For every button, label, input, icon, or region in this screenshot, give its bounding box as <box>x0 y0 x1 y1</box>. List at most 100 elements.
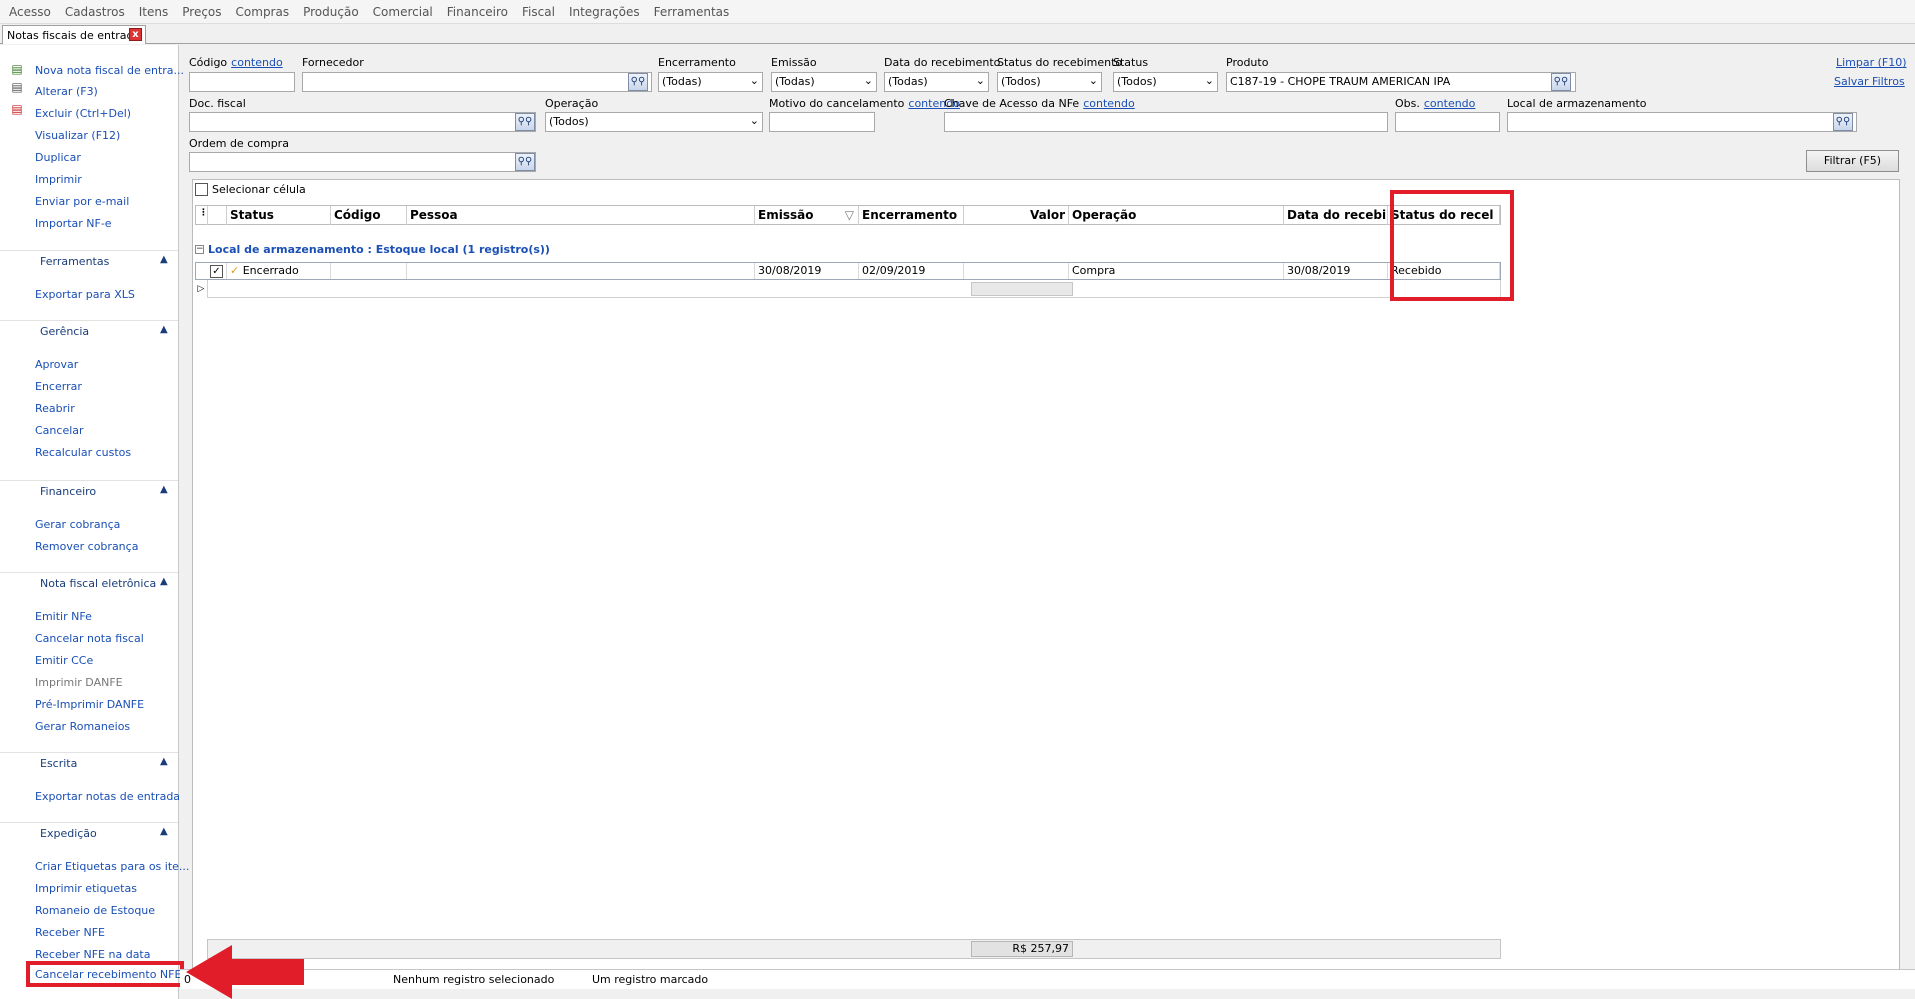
sidebar-item-cancelar[interactable]: Cancelar <box>35 424 84 437</box>
column-codigo[interactable]: Código <box>331 206 407 225</box>
binoculars-icon[interactable]: ⚲⚲ <box>515 113 535 131</box>
column-operacao[interactable]: Operação <box>1069 206 1284 225</box>
menu-itens[interactable]: Itens <box>132 5 175 19</box>
chevron-up-icon[interactable]: ▲ <box>160 254 168 265</box>
chevron-up-icon[interactable]: ▲ <box>160 826 168 837</box>
sidebar-item-cancelar-nota[interactable]: Cancelar nota fiscal <box>35 632 144 645</box>
ordem-compra-input[interactable] <box>189 152 536 172</box>
group-row[interactable]: − Local de armazenamento : Estoque local… <box>195 243 550 256</box>
sort-down-icon: ▽ <box>844 208 854 222</box>
menu-precos[interactable]: Preços <box>175 5 228 19</box>
chave-contendo-link[interactable]: contendo <box>1083 97 1135 110</box>
close-icon[interactable]: x <box>129 28 142 41</box>
delete-document-icon: ▤ <box>11 102 23 116</box>
codigo-input[interactable] <box>189 72 295 92</box>
column-encerramento[interactable]: Encerramento <box>859 206 964 225</box>
data-recebimento-select[interactable]: (Todas) ⌄ <box>884 72 989 92</box>
header-checkbox-column[interactable] <box>208 206 227 225</box>
row-checkbox-cell[interactable]: ✓ <box>208 263 227 279</box>
sidebar-item-imprimir-danfe[interactable]: Imprimir DANFE <box>35 676 123 689</box>
selecionar-celula-label: Selecionar célula <box>212 183 306 196</box>
menu-compras[interactable]: Compras <box>229 5 297 19</box>
section-nfe[interactable]: Nota fiscal eletrônica ▲ <box>0 572 178 592</box>
chave-acesso-input[interactable] <box>944 112 1388 132</box>
produto-input[interactable]: C187-19 - CHOPE TRAUM AMERICAN IPA <box>1226 72 1576 92</box>
status-label: Status <box>1113 56 1149 69</box>
section-ferramentas[interactable]: Ferramentas ▲ <box>0 250 178 270</box>
menu-acesso[interactable]: Acesso <box>2 5 58 19</box>
column-data-recebimento[interactable]: Data do recebi <box>1284 206 1388 225</box>
sidebar-item-exportar-notas[interactable]: Exportar notas de entrada <box>35 790 180 803</box>
column-valor[interactable]: Valor <box>964 206 1069 225</box>
sidebar-item-nova[interactable]: Nova nota fiscal de entra... <box>35 64 184 77</box>
status-recebimento-select[interactable]: (Todos) ⌄ <box>997 72 1102 92</box>
sidebar-item-emitir-cce[interactable]: Emitir CCe <box>35 654 93 667</box>
salvar-filtros-link[interactable]: Salvar Filtros <box>1834 75 1905 88</box>
menu-comercial[interactable]: Comercial <box>366 5 440 19</box>
sidebar-item-recalcular[interactable]: Recalcular custos <box>35 446 131 459</box>
sidebar-item-gerar-romaneios[interactable]: Gerar Romaneios <box>35 720 130 733</box>
sidebar-item-enviar-email[interactable]: Enviar por e-mail <box>35 195 129 208</box>
column-pessoa[interactable]: Pessoa <box>407 206 755 225</box>
sidebar-item-alterar[interactable]: Alterar (F3) <box>35 85 98 98</box>
column-status[interactable]: Status <box>227 206 331 225</box>
sidebar-item-exportar-xls[interactable]: Exportar para XLS <box>35 288 135 301</box>
chevron-up-icon[interactable]: ▲ <box>160 484 168 495</box>
sidebar-item-excluir[interactable]: Excluir (Ctrl+Del) <box>35 107 131 120</box>
sidebar-item-remover-cobranca[interactable]: Remover cobrança <box>35 540 138 553</box>
menu-fiscal[interactable]: Fiscal <box>515 5 562 19</box>
sidebar-item-gerar-cobranca[interactable]: Gerar cobrança <box>35 518 120 531</box>
limpar-link[interactable]: Limpar (F10) <box>1836 56 1907 69</box>
menu-integracoes[interactable]: Integrações <box>562 5 647 19</box>
chevron-up-icon[interactable]: ▲ <box>160 756 168 767</box>
filtrar-button[interactable]: Filtrar (F5) <box>1806 150 1899 172</box>
binoculars-icon[interactable]: ⚲⚲ <box>1551 73 1571 91</box>
selecionar-celula[interactable]: Selecionar célula <box>195 183 306 196</box>
sidebar-item-reabrir[interactable]: Reabrir <box>35 402 75 415</box>
codigo-contendo-link[interactable]: contendo <box>231 56 283 69</box>
sidebar-item-imprimir[interactable]: Imprimir <box>35 173 82 186</box>
collapse-icon[interactable]: − <box>195 245 204 254</box>
selecionar-celula-checkbox[interactable] <box>195 183 208 196</box>
sidebar-item-romaneio-estoque[interactable]: Romaneio de Estoque <box>35 904 155 917</box>
sidebar-item-receber-nfe[interactable]: Receber NFE <box>35 926 105 939</box>
chevron-up-icon[interactable]: ▲ <box>160 324 168 335</box>
tab-notas-fiscais[interactable]: Notas fiscais de entrada x <box>2 25 146 44</box>
fornecedor-input[interactable] <box>302 72 652 92</box>
section-expedicao[interactable]: Expedição ▲ <box>0 822 178 842</box>
doc-fiscal-input[interactable] <box>189 112 536 132</box>
column-chooser-icon[interactable]: ⋮ <box>196 206 208 225</box>
sidebar-item-aprovar[interactable]: Aprovar <box>35 358 78 371</box>
sidebar-item-imprimir-etiquetas[interactable]: Imprimir etiquetas <box>35 882 137 895</box>
section-financeiro[interactable]: Financeiro ▲ <box>0 480 178 500</box>
binoculars-icon[interactable]: ⚲⚲ <box>1833 113 1853 131</box>
status-select[interactable]: (Todos) ⌄ <box>1113 72 1218 92</box>
section-escrita[interactable]: Escrita ▲ <box>0 752 178 772</box>
chevron-up-icon[interactable]: ▲ <box>160 576 168 587</box>
menu-cadastros[interactable]: Cadastros <box>58 5 132 19</box>
obs-contendo-link[interactable]: contendo <box>1424 97 1476 110</box>
column-emissao[interactable]: Emissão ▽ <box>755 206 859 225</box>
sidebar-item-visualizar[interactable]: Visualizar (F12) <box>35 129 120 142</box>
sidebar-item-emitir-nfe[interactable]: Emitir NFe <box>35 610 92 623</box>
obs-input[interactable] <box>1395 112 1500 132</box>
sidebar-item-pre-imprimir-danfe[interactable]: Pré-Imprimir DANFE <box>35 698 144 711</box>
sidebar-item-criar-etiquetas[interactable]: Criar Etiquetas para os ite... <box>35 860 189 873</box>
menu-financeiro[interactable]: Financeiro <box>440 5 515 19</box>
menu-ferramentas[interactable]: Ferramentas <box>647 5 737 19</box>
sidebar-item-importar-nfe[interactable]: Importar NF-e <box>35 217 112 230</box>
sidebar-item-encerrar[interactable]: Encerrar <box>35 380 82 393</box>
emissao-select[interactable]: (Todas) ⌄ <box>771 72 877 92</box>
operacao-select[interactable]: (Todos) ⌄ <box>545 112 763 132</box>
table-row[interactable]: ✓ ✓ Encerrado 30/08/2019 02/09/2019 Comp… <box>195 262 1501 280</box>
encerramento-select[interactable]: (Todas) ⌄ <box>658 72 763 92</box>
binoculars-icon[interactable]: ⚲⚲ <box>628 73 648 91</box>
section-gerencia[interactable]: Gerência ▲ <box>0 320 178 340</box>
motivo-input[interactable] <box>769 112 875 132</box>
sidebar-item-receber-nfe-data[interactable]: Receber NFE na data <box>35 948 151 961</box>
row-checkbox[interactable]: ✓ <box>210 265 223 278</box>
menu-producao[interactable]: Produção <box>296 5 366 19</box>
local-armazenamento-input[interactable] <box>1507 112 1857 132</box>
binoculars-icon[interactable]: ⚲⚲ <box>515 153 535 171</box>
sidebar-item-duplicar[interactable]: Duplicar <box>35 151 81 164</box>
